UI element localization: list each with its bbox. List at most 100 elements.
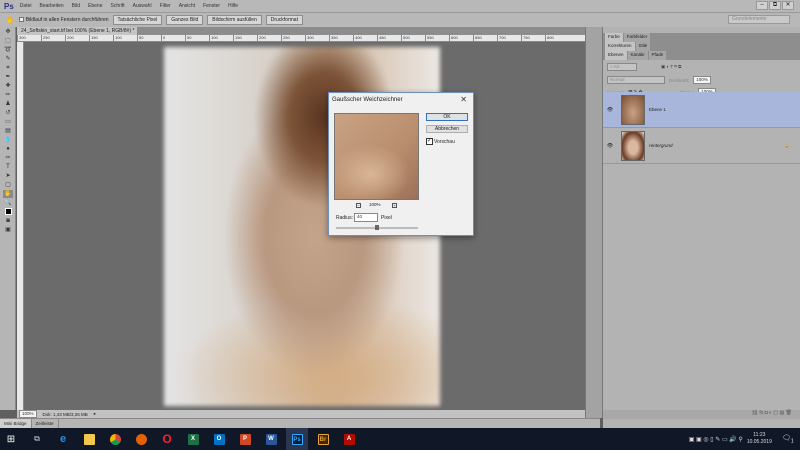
shape-tool-icon[interactable]: ▢ (3, 181, 13, 189)
task-view-icon[interactable]: ⧉ (26, 428, 48, 450)
photoshop-logo: Ps (4, 1, 14, 11)
tray-app-icons[interactable]: ▣ ▣ ◎ ▯ ✎ ▭ 🔊 ⚲ (689, 436, 743, 443)
chrome-icon[interactable] (104, 428, 126, 450)
opera-icon[interactable]: O (156, 428, 178, 450)
quick-select-tool-icon[interactable]: ✎ (3, 55, 13, 63)
visibility-eye-icon[interactable]: 👁 (603, 143, 617, 149)
tab-zeitleiste[interactable]: Zeitleiste (32, 419, 59, 428)
menu-fenster[interactable]: Fenster (203, 3, 220, 9)
hand-tool-icon[interactable]: ✋ (3, 190, 13, 198)
opacity-field[interactable]: 100% (693, 76, 711, 84)
tab-stile[interactable]: Stile (635, 42, 651, 51)
menu-hilfe[interactable]: Hilfe (228, 3, 238, 9)
tab-ebenen[interactable]: Ebenen (605, 51, 627, 60)
eyedropper-tool-icon[interactable]: ✒ (3, 73, 13, 81)
eraser-tool-icon[interactable]: ▭ (3, 118, 13, 126)
tab-farbfelder[interactable]: Farbfelder (623, 33, 651, 42)
menu-datei[interactable]: Datei (20, 3, 32, 9)
actual-pixels-button[interactable]: Tatsächliche Pixel (112, 15, 163, 25)
document-tab[interactable]: 24_Softskin_start.tif bei 100% (Ebene 1,… (17, 27, 137, 35)
radius-input[interactable]: 40 (354, 213, 378, 222)
screen-mode-icon[interactable]: ▣ (3, 226, 13, 234)
menu-filter[interactable]: Filter (160, 3, 171, 9)
doc-size-info[interactable]: Dok: 1,43 MB/3,26 MB (43, 412, 88, 417)
dodge-tool-icon[interactable]: ● (3, 145, 13, 153)
workspace-select[interactable]: Grundelemente (728, 15, 790, 24)
blend-mode-select[interactable]: Normal (607, 76, 665, 84)
zoom-tool-icon[interactable]: 🔍 (3, 199, 13, 207)
filter-kind-select[interactable]: ⌕ Art (607, 63, 637, 71)
start-button[interactable]: ⊞ (0, 428, 22, 450)
adjustments-panel-group: Korrekturen Stile (603, 42, 800, 51)
close-button[interactable]: ✕ (782, 1, 794, 10)
path-select-tool-icon[interactable]: ➤ (3, 172, 13, 180)
zoom-in-button[interactable]: + (392, 203, 397, 208)
menu-schrift[interactable]: Schrift (110, 3, 124, 9)
edge-icon[interactable]: e (52, 428, 74, 450)
quick-mask-icon[interactable]: ◙ (3, 217, 13, 225)
tab-kanaele[interactable]: Kanäle (627, 51, 648, 60)
dialog-close-icon[interactable]: ✕ (460, 95, 467, 104)
photoshop-taskbar-icon[interactable]: Ps (286, 428, 308, 450)
ok-button[interactable]: OK (426, 113, 468, 121)
tab-pfade[interactable]: Pfade (648, 51, 667, 60)
cancel-button[interactable]: Abbrechen (426, 125, 468, 133)
tab-farbe[interactable]: Farbe (605, 33, 623, 42)
acrobat-icon[interactable]: A (338, 428, 360, 450)
type-tool-icon[interactable]: T (3, 163, 13, 171)
zoom-out-button[interactable]: − (356, 203, 361, 208)
menu-bearbeiten[interactable]: Bearbeiten (39, 3, 63, 9)
layer-panel-footer-icons[interactable]: ⛓ fx ◘ ◐ ▢ ▤ 🗑 (603, 410, 800, 419)
collapsed-panel-dock (585, 27, 603, 418)
radius-slider-thumb[interactable] (375, 225, 379, 230)
marquee-tool-icon[interactable]: ⬚ (3, 37, 13, 45)
zoom-level-field[interactable]: 100% (19, 410, 37, 418)
layer-row-ebene-1[interactable]: 👁 Ebene 1 (603, 92, 800, 128)
stamp-tool-icon[interactable]: ♟ (3, 100, 13, 108)
scroll-all-checkbox[interactable]: Bildlauf in allen Fenstern durchführen (18, 17, 109, 23)
word-icon[interactable]: W (260, 428, 282, 450)
menu-ebene[interactable]: Ebene (88, 3, 102, 9)
powerpoint-icon[interactable]: P (234, 428, 256, 450)
preview-checkbox[interactable]: ✓ Vorschau (426, 138, 455, 145)
file-explorer-icon[interactable] (78, 428, 100, 450)
notification-center-icon[interactable]: 🗨1 (782, 434, 794, 444)
fit-screen-button[interactable]: Ganzes Bild (166, 15, 204, 25)
gradient-tool-icon[interactable]: ▤ (3, 127, 13, 135)
lasso-tool-icon[interactable]: ➰ (3, 46, 13, 54)
tab-mini-bridge[interactable]: Mini Bridge (0, 419, 32, 428)
pen-tool-icon[interactable]: ✑ (3, 154, 13, 162)
history-brush-icon[interactable]: ↺ (3, 109, 13, 117)
tab-korrekturen[interactable]: Korrekturen (605, 42, 635, 51)
preview-image[interactable] (334, 113, 419, 200)
firefox-icon[interactable] (130, 428, 152, 450)
menu-ansicht[interactable]: Ansicht (179, 3, 195, 9)
ruler-tick-label: 350 (329, 35, 353, 41)
layer-name[interactable]: Ebene 1 (649, 107, 666, 112)
brush-tool-icon[interactable]: ✏ (3, 91, 13, 99)
filter-icons[interactable]: ▣ ◐ T ⌗ ⧉ (661, 64, 681, 70)
clock[interactable]: 11:23 10.05.2019 (747, 432, 772, 446)
menu-auswahl[interactable]: Auswahl (133, 3, 152, 9)
excel-icon[interactable]: X (182, 428, 204, 450)
restore-button[interactable]: ⧉ (769, 1, 781, 10)
radius-slider-track[interactable] (336, 225, 418, 230)
crop-tool-icon[interactable]: ⌗ (3, 64, 13, 72)
fill-screen-button[interactable]: Bildschirm ausfüllen (207, 15, 262, 25)
ruler-tick-label: 550 (425, 35, 449, 41)
hand-tool-preset-icon[interactable]: ✋ (6, 16, 15, 24)
color-swatch-icon[interactable] (3, 208, 13, 216)
menu-bild[interactable]: Bild (72, 3, 80, 9)
layer-name[interactable]: Hintergrund (649, 143, 673, 148)
layer-row-hintergrund[interactable]: 👁 Hintergrund 🔒 (603, 128, 800, 164)
outlook-icon[interactable]: O (208, 428, 230, 450)
ruler-tick-label: 750 (521, 35, 545, 41)
visibility-eye-icon[interactable]: 👁 (603, 107, 617, 113)
bridge-icon[interactable]: Br (312, 428, 334, 450)
status-menu-arrow-icon[interactable]: ▸ (94, 411, 96, 417)
blur-tool-icon[interactable]: 💧 (3, 136, 13, 144)
minimize-button[interactable]: – (756, 1, 768, 10)
print-size-button[interactable]: Druckformat (265, 15, 303, 25)
healing-tool-icon[interactable]: ✚ (3, 82, 13, 90)
move-tool-icon[interactable]: ✥ (3, 28, 13, 36)
